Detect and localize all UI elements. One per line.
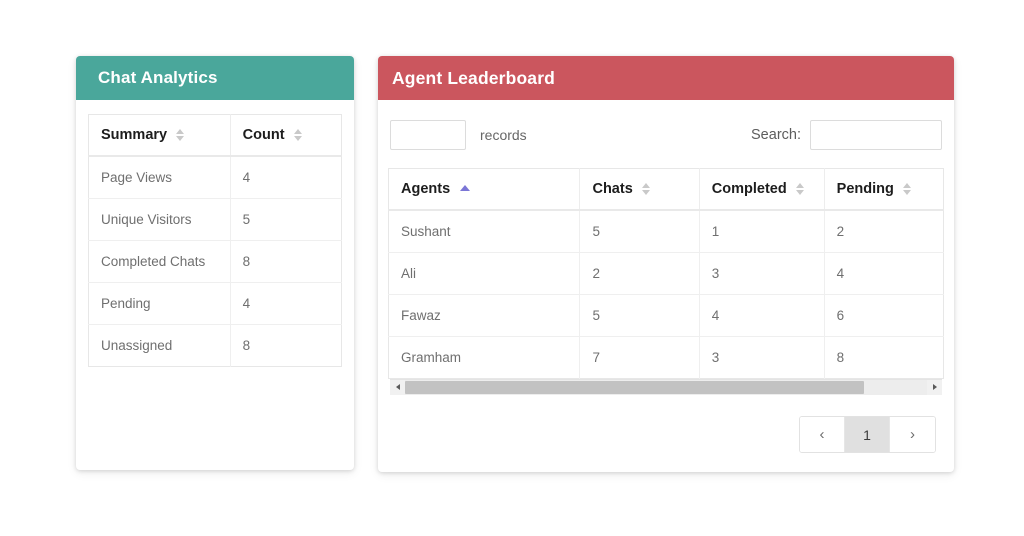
horizontal-scrollbar[interactable] [390, 379, 942, 395]
chat-analytics-body: Summary Count Page Views 4 Unique Visito… [76, 100, 354, 367]
search-input[interactable] [810, 120, 942, 150]
table-row[interactable]: Unique Visitors 5 [88, 198, 342, 241]
column-label-agents: Agents [401, 181, 451, 197]
pager-group: ‹ 1 › [799, 416, 936, 453]
column-label-count: Count [242, 127, 285, 143]
table-row[interactable]: Sushant 5 1 2 [388, 210, 944, 253]
chat-analytics-header: Chat Analytics [76, 56, 354, 100]
table-row[interactable]: Fawaz 5 4 6 [388, 294, 944, 337]
sort-both-icon[interactable] [175, 127, 185, 143]
sort-both-icon[interactable] [641, 181, 651, 197]
cell-agent: Gramham [388, 336, 581, 379]
scrollbar-thumb[interactable] [405, 380, 865, 394]
cell-count: 5 [230, 198, 342, 241]
column-label-completed: Completed [711, 181, 787, 197]
sort-both-icon[interactable] [902, 181, 912, 197]
sort-ascending-icon[interactable] [460, 181, 471, 197]
length-control: records [390, 120, 527, 150]
cell-summary: Completed Chats [88, 240, 231, 283]
table-row[interactable]: Ali 2 3 4 [388, 252, 944, 295]
table-row[interactable]: Gramham 7 3 8 [388, 336, 944, 379]
table-row[interactable]: Unassigned 8 [88, 324, 342, 367]
cell-chats: 7 [579, 336, 700, 379]
scrollbar-track[interactable] [405, 379, 927, 395]
column-header-count[interactable]: Count [230, 114, 342, 157]
sort-both-icon[interactable] [795, 181, 805, 197]
table-row[interactable]: Page Views 4 [88, 156, 342, 199]
sort-both-icon[interactable] [293, 127, 303, 143]
scroll-right-arrow-icon[interactable] [927, 379, 942, 395]
cell-pending: 4 [824, 252, 944, 295]
column-label-summary: Summary [101, 127, 168, 143]
column-header-summary[interactable]: Summary [88, 114, 231, 157]
cell-count: 4 [230, 156, 342, 199]
cell-pending: 2 [824, 210, 944, 253]
table-header-row: Summary Count [88, 114, 342, 157]
agent-leaderboard-header: Agent Leaderboard [378, 56, 954, 100]
cell-summary: Page Views [88, 156, 231, 199]
pagination-next-button[interactable]: › [890, 417, 935, 452]
cell-summary: Unassigned [88, 324, 231, 367]
table-row[interactable]: Completed Chats 8 [88, 240, 342, 283]
cell-completed: 3 [699, 336, 825, 379]
chat-analytics-table: Summary Count Page Views 4 Unique Visito… [88, 114, 342, 367]
page-root: Chat Analytics Summary Count Page Views … [0, 0, 1024, 536]
pagination-page-1[interactable]: 1 [845, 417, 890, 452]
agent-leaderboard-body: records Search: Agents Chats Completed P… [378, 100, 954, 453]
cell-pending: 6 [824, 294, 944, 337]
column-header-chats[interactable]: Chats [579, 168, 700, 211]
chevron-right-icon: › [910, 426, 915, 443]
agent-leaderboard-table: Agents Chats Completed Pending Sushant 5… [388, 168, 944, 379]
pagination-page-label: 1 [863, 426, 871, 443]
cell-count: 8 [230, 240, 342, 283]
cell-agent: Ali [388, 252, 581, 295]
chat-analytics-card: Chat Analytics Summary Count Page Views … [76, 56, 354, 470]
agent-leaderboard-title: Agent Leaderboard [392, 67, 555, 88]
datatable-controls: records Search: [390, 116, 942, 154]
column-label-chats: Chats [592, 181, 633, 197]
chat-analytics-title: Chat Analytics [98, 68, 218, 87]
search-control: Search: [751, 120, 942, 150]
column-header-pending[interactable]: Pending [824, 168, 944, 211]
cell-agent: Fawaz [388, 294, 581, 337]
cell-agent: Sushant [388, 210, 581, 253]
records-label: records [480, 127, 527, 143]
cell-chats: 5 [579, 294, 700, 337]
cell-completed: 1 [699, 210, 825, 253]
scroll-left-arrow-icon[interactable] [390, 379, 405, 395]
cell-chats: 5 [579, 210, 700, 253]
chat-analytics-tbody: Page Views 4 Unique Visitors 5 Completed… [88, 156, 342, 367]
agent-leaderboard-thead: Agents Chats Completed Pending [388, 168, 944, 211]
table-row[interactable]: Pending 4 [88, 282, 342, 325]
cell-summary: Pending [88, 282, 231, 325]
cell-chats: 2 [579, 252, 700, 295]
agent-leaderboard-tbody: Sushant 5 1 2 Ali 2 3 4 Fawaz 5 4 6 Gram… [388, 210, 944, 379]
agent-leaderboard-card: Agent Leaderboard records Search: Agents… [378, 56, 954, 472]
cell-count: 4 [230, 282, 342, 325]
pagination: ‹ 1 › [388, 416, 936, 453]
cell-completed: 4 [699, 294, 825, 337]
column-label-pending: Pending [836, 181, 894, 197]
cell-count: 8 [242, 338, 251, 353]
search-label: Search: [751, 127, 801, 143]
cell-pending: 8 [836, 350, 845, 365]
cell-completed: 3 [699, 252, 825, 295]
column-header-completed[interactable]: Completed [699, 168, 825, 211]
records-length-input[interactable] [390, 120, 466, 150]
chevron-left-icon: ‹ [819, 426, 825, 443]
table-header-row: Agents Chats Completed Pending [388, 168, 944, 211]
chat-analytics-thead: Summary Count [88, 114, 342, 157]
pagination-previous-button[interactable]: ‹ [800, 417, 845, 452]
column-header-agents[interactable]: Agents [388, 168, 581, 211]
cell-summary: Unique Visitors [88, 198, 231, 241]
